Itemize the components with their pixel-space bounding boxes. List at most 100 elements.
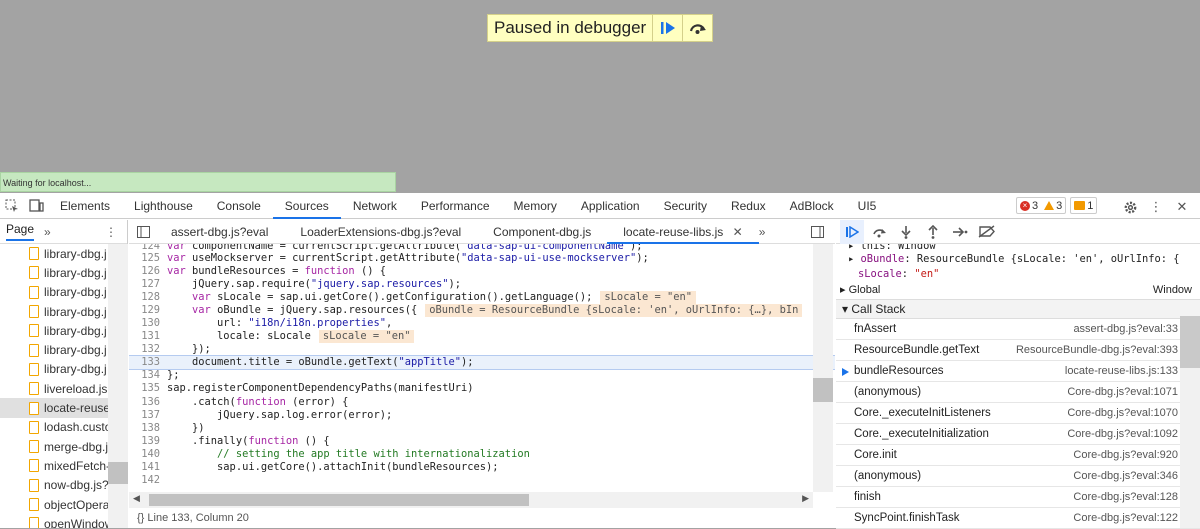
- call-stack-header[interactable]: ▾ Call Stack: [836, 299, 1200, 319]
- tab-security[interactable]: Security: [652, 193, 719, 219]
- file-item[interactable]: livereload.js: [0, 379, 108, 398]
- file-item[interactable]: mixedFetch-: [0, 456, 108, 475]
- line-number[interactable]: 141: [129, 461, 167, 474]
- code-line[interactable]: 142: [129, 474, 835, 487]
- call-frame-location[interactable]: Core-dbg.js?eval:1092: [1067, 428, 1178, 440]
- code-line[interactable]: 139 .finally(function () {: [129, 435, 835, 448]
- tab-ui5[interactable]: UI5: [846, 193, 889, 219]
- file-item[interactable]: lodash.custo: [0, 418, 108, 437]
- code-line[interactable]: 126 var bundleResources = function () {: [129, 265, 835, 278]
- code-line[interactable]: 130 url: "i18n/i18n.properties",: [129, 317, 835, 330]
- file-item[interactable]: library-dbg.j: [0, 283, 108, 302]
- toggle-navigator-icon[interactable]: [131, 220, 155, 244]
- editor-hscroll-thumb[interactable]: [149, 494, 529, 506]
- inspect-element-icon[interactable]: [0, 194, 24, 218]
- step-out-icon[interactable]: [921, 220, 945, 244]
- scroll-left-icon[interactable]: ◀: [133, 493, 140, 504]
- code-line[interactable]: 129 var oBundle = jQuery.sap.resources({…: [129, 304, 835, 318]
- code-line[interactable]: 138 }): [129, 422, 835, 435]
- device-toolbar-icon[interactable]: [24, 194, 48, 218]
- call-frame-location[interactable]: Core-dbg.js?eval:122: [1073, 512, 1178, 524]
- line-number[interactable]: 134: [129, 369, 167, 382]
- call-frame[interactable]: bundleResources locate-reuse-libs.js:133: [836, 361, 1200, 382]
- close-devtools-icon[interactable]: ✕: [1170, 195, 1194, 219]
- call-frame[interactable]: finish Core-dbg.js?eval:128: [836, 487, 1200, 508]
- sidebar-scroll-thumb[interactable]: [1180, 316, 1200, 368]
- editor-tab-locate-reuse-libs[interactable]: locate-reuse-libs.js ✕: [607, 220, 759, 244]
- file-item[interactable]: library-dbg.j: [0, 244, 108, 263]
- line-number[interactable]: 125: [129, 252, 167, 265]
- scroll-right-icon[interactable]: ▶: [802, 493, 809, 504]
- call-frame-location[interactable]: Core-dbg.js?eval:1071: [1067, 386, 1178, 398]
- toggle-debugger-sidebar-icon[interactable]: [805, 220, 829, 244]
- code-line[interactable]: 133 document.title = oBundle.getText("ap…: [129, 355, 835, 371]
- call-frame-location[interactable]: Core-dbg.js?eval:128: [1073, 491, 1178, 503]
- line-number[interactable]: 126: [129, 265, 167, 278]
- navigator-menu-icon[interactable]: ⋮: [105, 225, 117, 239]
- tab-performance[interactable]: Performance: [409, 193, 502, 219]
- scope-obundle-row[interactable]: ▸ oBundle: ResourceBundle {sLocale: 'en'…: [848, 252, 1200, 267]
- navigator-scroll-thumb[interactable]: [108, 462, 128, 484]
- file-item[interactable]: library-dbg.j: [0, 321, 108, 340]
- tab-console[interactable]: Console: [205, 193, 273, 219]
- step-icon[interactable]: [948, 220, 972, 244]
- call-frame[interactable]: (anonymous) Core-dbg.js?eval:346: [836, 466, 1200, 487]
- step-over-next-icon[interactable]: [867, 220, 891, 244]
- editor-tab-assert[interactable]: assert-dbg.js?eval: [155, 220, 284, 244]
- tab-lighthouse[interactable]: Lighthouse: [122, 193, 205, 219]
- tab-application[interactable]: Application: [569, 193, 652, 219]
- code-line[interactable]: 135 sap.registerComponentDependencyPaths(…: [129, 382, 835, 395]
- call-frame-location[interactable]: Core-dbg.js?eval:346: [1073, 470, 1178, 482]
- code-line[interactable]: 134};: [129, 369, 835, 382]
- line-number[interactable]: 139: [129, 435, 167, 448]
- call-frame-location[interactable]: assert-dbg.js?eval:33: [1073, 323, 1178, 335]
- code-line[interactable]: 141 sap.ui.getCore().attachInit(bundleRe…: [129, 461, 835, 474]
- more-tabs-chevron-icon[interactable]: »: [44, 225, 51, 239]
- code-line[interactable]: 140 // setting the app title with intern…: [129, 448, 835, 461]
- line-number[interactable]: 132: [129, 343, 167, 356]
- navigator-page-tab[interactable]: Page: [6, 222, 35, 241]
- info-count-badge[interactable]: 1: [1070, 197, 1098, 214]
- call-frame-location[interactable]: Core-dbg.js?eval:920: [1073, 449, 1178, 461]
- more-editor-tabs-chevron-icon[interactable]: »: [759, 225, 766, 239]
- scope-this-row[interactable]: ▸ this: Window: [848, 244, 1200, 252]
- tab-elements[interactable]: Elements: [48, 193, 122, 219]
- more-options-icon[interactable]: ⋮: [1144, 195, 1168, 219]
- file-item[interactable]: openWindow: [0, 514, 108, 528]
- call-frame[interactable]: (anonymous) Core-dbg.js?eval:1071: [836, 382, 1200, 403]
- call-frame-location[interactable]: locate-reuse-libs.js:133: [1065, 365, 1178, 377]
- tab-redux[interactable]: Redux: [719, 193, 778, 219]
- line-number[interactable]: 131: [129, 330, 167, 343]
- scope-global-row[interactable]: ▸ Global Window: [840, 282, 1200, 299]
- editor-tab-component[interactable]: Component-dbg.js: [477, 220, 607, 244]
- call-frame[interactable]: Core.init Core-dbg.js?eval:920: [836, 445, 1200, 466]
- file-item[interactable]: merge-dbg.j: [0, 437, 108, 456]
- tab-adblock[interactable]: AdBlock: [778, 193, 846, 219]
- resume-button[interactable]: [652, 15, 682, 41]
- call-frame[interactable]: ResourceBundle.getText ResourceBundle-dbg…: [836, 340, 1200, 361]
- error-count-badge[interactable]: × 3 3: [1016, 197, 1067, 214]
- line-number[interactable]: 133: [129, 356, 167, 369]
- call-frame-location[interactable]: Core-dbg.js?eval:1070: [1067, 407, 1178, 419]
- editor-horizontal-scrollbar[interactable]: ◀ ▶: [129, 492, 813, 508]
- line-number[interactable]: 124: [129, 244, 167, 252]
- step-into-icon[interactable]: [894, 220, 918, 244]
- call-frame[interactable]: fnAssert assert-dbg.js?eval:33: [836, 319, 1200, 340]
- line-number[interactable]: 135: [129, 382, 167, 395]
- code-line[interactable]: 128 var sLocale = sap.ui.getCore().getCo…: [129, 291, 835, 305]
- tab-sources[interactable]: Sources: [272, 193, 341, 219]
- code-line[interactable]: 132 });: [129, 343, 835, 356]
- call-frame[interactable]: Core._executeInitListeners Core-dbg.js?ev…: [836, 403, 1200, 424]
- call-frame[interactable]: SyncPoint.finishTask Core-dbg.js?eval:122: [836, 508, 1200, 529]
- issue-counters[interactable]: × 3 3 1: [1016, 197, 1098, 214]
- editor-vertical-scrollbar[interactable]: [813, 244, 833, 492]
- line-number[interactable]: 127: [129, 278, 167, 291]
- editor-vscroll-thumb[interactable]: [813, 378, 833, 402]
- navigator-scrollbar[interactable]: [108, 244, 128, 528]
- line-number[interactable]: 138: [129, 422, 167, 435]
- file-item[interactable]: objectOpera: [0, 495, 108, 514]
- file-item[interactable]: library-dbg.j: [0, 263, 108, 282]
- resume-execution-icon[interactable]: [840, 219, 864, 244]
- line-number[interactable]: 142: [129, 474, 167, 487]
- editor-tab-loaderextensions[interactable]: LoaderExtensions-dbg.js?eval: [284, 220, 477, 244]
